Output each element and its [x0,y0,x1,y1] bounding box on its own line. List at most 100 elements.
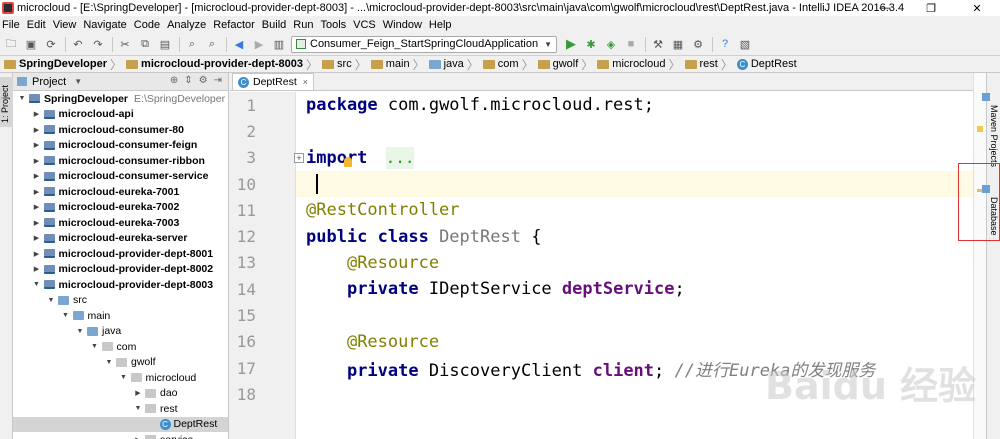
code-line[interactable] [296,302,973,328]
breadcrumb-item[interactable]: src [318,56,355,73]
menu-item-analyze[interactable]: Analyze [165,19,211,31]
chevron-right-icon[interactable]: ▶ [32,141,42,149]
menu-item-refactor[interactable]: Refactor [211,19,260,31]
chevron-right-icon[interactable]: ▶ [32,172,42,180]
project-tool-tab[interactable]: 1: Project [0,77,13,127]
close-tab-icon[interactable]: × [303,77,308,87]
menu-item-run[interactable]: Run [291,19,318,31]
code-line[interactable]: package com.gwolf.microcloud.rest; [296,92,973,118]
tree-item[interactable]: ▶ microcloud-consumer-80 [13,122,228,138]
tree-item[interactable]: ▼ SpringDeveloper E:\SpringDeveloper [13,91,228,107]
minimize-button[interactable]: — [862,0,908,16]
chevron-right-icon[interactable]: ▶ [32,157,42,165]
back-icon[interactable]: ◀ [231,36,247,52]
close-button[interactable]: ✕ [954,0,1000,16]
tree-item[interactable]: ▶service [13,432,228,439]
tool-window-tab-maven-projects[interactable]: Maven Projects [982,91,1000,171]
chevron-down-icon[interactable]: ▼ [74,77,82,86]
chevron-down-icon[interactable]: ▼ [61,312,71,319]
run-icon[interactable]: ▶ [563,36,579,52]
cut-icon[interactable]: ✂ [117,36,133,52]
tree-item[interactable]: ▶ microcloud-consumer-feign [13,138,228,154]
tree-item[interactable]: ▶ microcloud-provider-dept-8002 [13,262,228,278]
breadcrumb-item[interactable]: gwolf [534,56,582,73]
breadcrumb-item[interactable]: C DeptRest [733,56,800,73]
tree-item[interactable]: C DeptRest [13,416,228,432]
menu-item-build[interactable]: Build [260,19,291,31]
chevron-down-icon[interactable]: ▼ [17,95,27,102]
breadcrumb-item[interactable]: main [367,56,413,73]
inspection-status-icon[interactable] [977,126,983,132]
chevron-right-icon[interactable]: ▶ [32,219,42,227]
code-line[interactable]: @RestController [296,197,973,223]
tree-item[interactable]: ▶ microcloud-provider-dept-8001 [13,246,228,262]
chevron-right-icon[interactable]: ▶ [32,126,42,134]
code-line[interactable]: @Resource [296,329,973,355]
save-all-icon[interactable]: ▣ [23,36,39,52]
chevron-down-icon[interactable]: ▼ [133,405,143,412]
project-panel-title[interactable]: Project [32,76,66,88]
code-line[interactable] [296,118,973,144]
menu-item-view[interactable]: View [51,19,82,31]
replace-icon[interactable]: ⌕ [204,36,220,52]
find-icon[interactable]: ⌕ [184,36,200,52]
run-configuration-select[interactable]: Consumer_Feign_StartSpringCloudApplicati… [291,35,557,53]
intention-bulb-icon[interactable] [344,156,352,167]
breadcrumb-item[interactable]: microcloud [593,56,668,73]
sdk-icon[interactable]: ⚙ [690,36,706,52]
chevron-down-icon[interactable]: ▼ [46,297,56,304]
collapse-all-icon[interactable]: ⇕ [184,75,192,86]
help-icon[interactable]: ? [717,36,733,52]
tree-item[interactable]: ▶ microcloud-consumer-ribbon [13,153,228,169]
menu-item-edit[interactable]: Edit [25,19,51,31]
paste-icon[interactable]: ▤ [157,36,173,52]
menu-item-navigate[interactable]: Navigate [81,19,131,31]
tree-item[interactable]: ▶ microcloud-api [13,107,228,123]
tree-item[interactable]: ▼ rest [13,401,228,417]
forward-icon[interactable]: ▶ [251,36,267,52]
open-folder-icon[interactable]: 🗀 [3,36,19,52]
scroll-from-source-icon[interactable]: ⊕ [170,75,178,86]
code-line[interactable]: public class DeptRest { [296,224,973,250]
copy-icon[interactable]: ⧉ [137,36,153,52]
chevron-right-icon[interactable]: ▶ [32,250,42,258]
tree-item[interactable]: ▶ dao [13,386,228,402]
tree-item[interactable]: ▶ microcloud-eureka-server [13,231,228,247]
tree-item[interactable]: ▶ microcloud-eureka-7002 [13,200,228,216]
project-structure-icon[interactable]: ⚒ [650,36,666,52]
chevron-down-icon[interactable]: ▼ [104,359,114,366]
tree-item[interactable]: ▼ main [13,308,228,324]
redo-icon[interactable]: ↷ [90,36,106,52]
chevron-down-icon[interactable]: ▼ [75,328,85,335]
tree-item[interactable]: ▶ microcloud-consumer-service [13,169,228,185]
settings-icon[interactable]: ▦ [670,36,686,52]
menu-item-help[interactable]: Help [427,19,457,31]
breadcrumb-item[interactable]: rest [681,56,721,73]
tree-item[interactable]: ▼ microcloud [13,370,228,386]
menu-item-code[interactable]: Code [132,19,165,31]
chevron-right-icon[interactable]: ▶ [32,203,42,211]
code-line[interactable] [296,170,973,198]
chevron-right-icon[interactable]: ▶ [32,110,42,118]
tree-item[interactable]: ▶ microcloud-eureka-7001 [13,184,228,200]
breadcrumb-item[interactable]: com [479,56,522,73]
tree-item[interactable]: ▼ src [13,293,228,309]
editor-tab-deptrest[interactable]: C DeptRest × [232,73,315,90]
chevron-down-icon[interactable]: ▼ [32,281,42,288]
menu-item-tools[interactable]: Tools [318,19,351,31]
chevron-right-icon[interactable]: ▶ [32,188,42,196]
chevron-right-icon[interactable]: ▶ [32,234,42,242]
gear-icon[interactable]: ⚙ [199,75,208,86]
restore-button[interactable]: ❐ [908,0,954,16]
undo-icon[interactable]: ↶ [70,36,86,52]
debug-icon[interactable]: ✱ [583,36,599,52]
terminal-icon[interactable]: ▧ [737,36,753,52]
chevron-right-icon[interactable]: ▶ [32,265,42,273]
hide-panel-icon[interactable]: ⇥ [214,75,222,86]
breadcrumb-item[interactable]: SpringDeveloper [0,56,110,73]
synchronize-icon[interactable]: ⟳ [43,36,59,52]
build-icon[interactable]: ▥ [271,36,287,52]
chevron-down-icon[interactable]: ▼ [90,343,100,350]
tree-item[interactable]: ▼ com [13,339,228,355]
tree-item[interactable]: ▼ gwolf [13,355,228,371]
